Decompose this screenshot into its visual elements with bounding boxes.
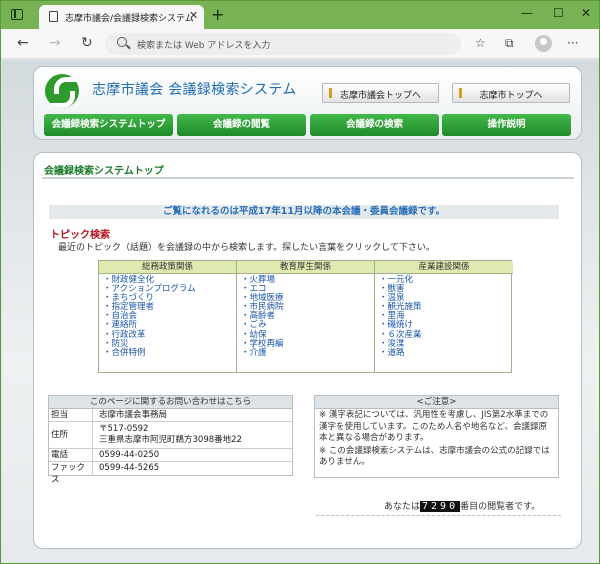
forward-button[interactable]: →: [49, 35, 61, 51]
contact-key: ファックス: [49, 462, 93, 485]
reload-button[interactable]: ↻: [81, 35, 93, 51]
page-icon: [49, 11, 58, 22]
city-top-button[interactable]: 志摩市トップへ: [452, 83, 570, 103]
section-title: 会議録検索システムトップ: [44, 166, 164, 177]
menu-browse[interactable]: 会議録の閲覧: [177, 114, 306, 136]
address-bar[interactable]: 検索または Web アドレスを入力: [105, 33, 461, 55]
contact-row: 電話 0599-44-0250: [49, 449, 292, 462]
more-menu-icon[interactable]: ···: [567, 36, 578, 50]
profile-avatar[interactable]: [535, 35, 552, 52]
window-menu-icon[interactable]: [11, 9, 23, 20]
contact-row: 担当 志摩市議会事務局: [49, 409, 292, 422]
minimize-button[interactable]: —: [521, 6, 533, 20]
caution-box: <ご注意> ※ 漢字表記については、汎用性を考慮し、JIS第2水準までの漢字を使…: [314, 395, 559, 478]
caution-text: ※ この会議録検索システムは、志摩市議会の公式の記録ではありません。: [319, 445, 550, 468]
contact-key: 電話: [49, 449, 93, 461]
divider: [42, 177, 574, 179]
main-menu: 会議録検索システムトップ 会議録の閲覧 会議録の検索 操作説明: [44, 114, 571, 136]
contact-value: 0599-44-0250: [99, 450, 160, 460]
assembly-top-button[interactable]: 志摩市議会トップへ: [322, 83, 439, 103]
address-placeholder: 検索または Web アドレスを入力: [137, 41, 271, 51]
topic-list: 一元化 獣害 温泉 観光施策 里海 磯焼け ６次産業 浚渫 道路: [375, 274, 513, 358]
back-button[interactable]: ←: [17, 35, 29, 51]
counter-digits: 7290: [420, 501, 461, 512]
topic-search-description: 最近のトピック（話題）を会議録の中から検索します。探したい言葉をクリックして下さ…: [58, 243, 435, 253]
topic-category-table: 総務政策関係 財政健全化 アクションプログラム まちづくり 指定管理者 自治会 …: [98, 260, 513, 373]
browser-window: 志摩市議会/会議録検索システム ✕ + — ☐ ✕ ← → ↻ 検索または We…: [0, 0, 600, 564]
topic-link[interactable]: 合併特例: [103, 348, 236, 358]
contact-value: 〒517-0592: [99, 424, 149, 434]
tab-close-icon[interactable]: ✕: [189, 9, 198, 22]
counter-suffix: 番目の閲覧者です。: [460, 502, 541, 512]
category-column: 総務政策関係 財政健全化 アクションプログラム まちづくり 指定管理者 自治会 …: [99, 261, 237, 372]
active-tab[interactable]: 志摩市議会/会議録検索システム ✕: [39, 5, 204, 29]
tab-strip: 志摩市議会/会議録検索システム ✕ + — ☐ ✕: [1, 1, 599, 29]
counter-prefix: あなたは: [384, 502, 421, 512]
category-header: 産業建設関係: [375, 261, 513, 274]
topic-link[interactable]: 道路: [379, 348, 513, 358]
menu-system-top[interactable]: 会議録検索システムトップ: [44, 114, 173, 136]
assembly-top-label: 志摩市議会トップへ: [339, 91, 421, 101]
new-tab-button[interactable]: +: [211, 5, 224, 24]
topic-list: 財政健全化 アクションプログラム まちづくり 指定管理者 自治会 連絡所 行政改…: [99, 274, 236, 358]
category-column: 教育厚生関係 火葬場 エコ 地域医療 市民病院 高齢者 ごみ 幼保 学校再編 介…: [237, 261, 375, 372]
contact-table: このページに関するお問い合わせはこちら 担当 志摩市議会事務局 住所 〒517-…: [48, 395, 293, 485]
category-column: 産業建設関係 一元化 獣害 温泉 観光施策 里海 磯焼け ６次産業 浚渫 道路: [375, 261, 513, 372]
contact-row: 住所 〒517-0592 三重県志摩市阿児町鵜方3098番地22: [49, 422, 292, 449]
topic-search-heading: トピック検索: [50, 230, 110, 241]
search-icon: [117, 37, 127, 47]
contact-key: 住所: [49, 422, 93, 448]
category-header: 教育厚生関係: [237, 261, 374, 274]
tab-title: 志摩市議会/会議録検索システム: [65, 14, 194, 24]
topic-link[interactable]: 介護: [241, 348, 374, 358]
contact-key: 担当: [49, 409, 93, 421]
topic-list: 火葬場 エコ 地域医療 市民病院 高齢者 ごみ 幼保 学校再編 介護: [237, 274, 374, 358]
caution-text: ※ 漢字表記については、汎用性を考慮し、JIS第2水準までの漢字を使用しています…: [319, 410, 549, 443]
menu-search[interactable]: 会議録の検索: [310, 114, 439, 136]
visitor-counter: あなたは 7290 番目の閲覧者です。: [384, 499, 540, 512]
divider: [316, 515, 561, 516]
page-viewport: 志摩市議会 会議録検索システム 志摩市議会トップへ 志摩市トップへ 会議録検索シ…: [2, 60, 599, 563]
caution-title: <ご注意>: [315, 396, 558, 409]
category-header: 総務政策関係: [99, 261, 236, 274]
shima-city-logo: [45, 74, 79, 108]
site-header: 志摩市議会 会議録検索システム 志摩市議会トップへ 志摩市トップへ 会議録検索シ…: [33, 66, 582, 140]
navigation-bar: ← → ↻ 検索または Web アドレスを入力 ☆ ⧉ ···: [1, 29, 599, 59]
favorite-star-icon[interactable]: ☆: [475, 36, 486, 50]
site-title: 志摩市議会 会議録検索システム: [92, 82, 297, 98]
contact-value: 志摩市議会事務局: [99, 410, 168, 420]
collections-icon[interactable]: ⧉: [505, 36, 514, 51]
close-window-button[interactable]: ✕: [581, 6, 591, 20]
city-top-label: 志摩市トップへ: [479, 91, 543, 101]
main-content: 会議録検索システムトップ ご覧になれるのは平成17年11月以降の本会議・委員会議…: [33, 152, 582, 549]
contact-row: ファックス 0599-44-5265: [49, 462, 292, 485]
contact-value: 三重県志摩市阿児町鵜方3098番地22: [99, 435, 242, 445]
menu-help[interactable]: 操作説明: [442, 114, 571, 136]
contact-title: このページに関するお問い合わせはこちら: [49, 396, 292, 409]
maximize-button[interactable]: ☐: [553, 6, 564, 20]
contact-value: 0599-44-5265: [99, 463, 160, 473]
availability-notice: ご覧になれるのは平成17年11月以降の本会議・委員会議録です。: [49, 205, 559, 219]
